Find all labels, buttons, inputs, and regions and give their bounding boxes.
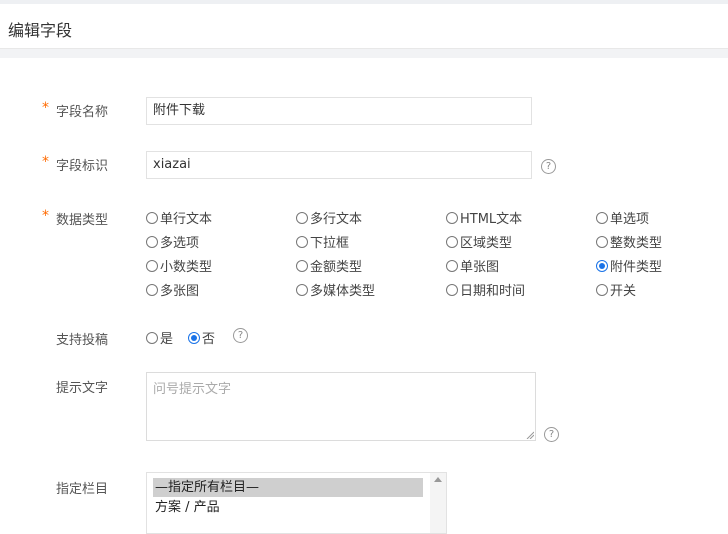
data-type-option[interactable]: HTML文本 bbox=[446, 208, 522, 227]
data-type-option[interactable]: 小数类型 bbox=[146, 256, 212, 275]
radio-button[interactable] bbox=[296, 235, 308, 248]
data-type-option[interactable]: 多行文本 bbox=[296, 208, 362, 227]
resize-grip-icon[interactable] bbox=[526, 431, 534, 439]
data-type-option[interactable]: 多选项 bbox=[146, 232, 199, 251]
hint-text-label: 提示文字 bbox=[56, 381, 109, 396]
field-key-input[interactable]: xiazai bbox=[146, 151, 532, 179]
data-type-option-selected[interactable]: 附件类型 bbox=[596, 256, 662, 275]
listbox-option-selected[interactable]: —指定所有栏目— bbox=[153, 478, 423, 497]
radio-button[interactable] bbox=[296, 283, 308, 296]
listbox-scrollbar[interactable] bbox=[430, 473, 446, 533]
columns-listbox[interactable]: —指定所有栏目— 方案 / 产品 bbox=[146, 472, 447, 534]
data-type-option[interactable]: 单张图 bbox=[446, 256, 499, 275]
hint-text-placeholder: 问号提示文字 bbox=[153, 382, 232, 397]
scroll-up-arrow-icon[interactable] bbox=[434, 477, 442, 482]
hint-text-textarea[interactable]: 问号提示文字 bbox=[146, 372, 536, 441]
field-name-input[interactable]: 附件下载 bbox=[146, 97, 532, 125]
data-type-option[interactable]: 单选项 bbox=[596, 208, 649, 227]
columns-label: 指定栏目 bbox=[56, 482, 109, 497]
data-type-option[interactable]: 单行文本 bbox=[146, 208, 212, 227]
radio-button[interactable] bbox=[146, 259, 158, 272]
radio-button[interactable] bbox=[596, 211, 608, 224]
radio-button[interactable] bbox=[296, 259, 308, 272]
radio-button[interactable] bbox=[146, 211, 158, 224]
field-name-label: 字段名称 bbox=[56, 105, 109, 120]
radio-button[interactable] bbox=[146, 235, 158, 248]
required-marker: * bbox=[42, 100, 49, 116]
help-circle-icon[interactable]: ? bbox=[544, 427, 559, 442]
data-type-option[interactable]: 区域类型 bbox=[446, 232, 512, 251]
help-circle-icon[interactable]: ? bbox=[233, 328, 248, 343]
radio-button[interactable] bbox=[296, 211, 308, 224]
data-type-label: 数据类型 bbox=[56, 213, 109, 228]
radio-button[interactable] bbox=[446, 283, 458, 296]
allow-submit-yes[interactable]: 是 bbox=[146, 328, 173, 347]
page-header: 编辑字段 bbox=[0, 4, 728, 49]
radio-button[interactable] bbox=[446, 259, 458, 272]
data-type-option[interactable]: 下拉框 bbox=[296, 232, 349, 251]
radio-button[interactable] bbox=[146, 283, 158, 296]
help-circle-icon[interactable]: ? bbox=[541, 159, 556, 174]
radio-button-checked[interactable] bbox=[596, 259, 608, 272]
data-type-option[interactable]: 开关 bbox=[596, 280, 636, 299]
radio-button[interactable] bbox=[446, 211, 458, 224]
radio-button-checked[interactable] bbox=[188, 331, 200, 344]
radio-button[interactable] bbox=[446, 235, 458, 248]
field-key-label: 字段标识 bbox=[56, 159, 109, 174]
page-title: 编辑字段 bbox=[8, 21, 73, 40]
data-type-option[interactable]: 整数类型 bbox=[596, 232, 662, 251]
radio-button[interactable] bbox=[596, 283, 608, 296]
required-marker: * bbox=[42, 208, 49, 224]
data-type-option[interactable]: 多张图 bbox=[146, 280, 199, 299]
radio-button[interactable] bbox=[596, 235, 608, 248]
section-separator bbox=[0, 49, 728, 58]
radio-button[interactable] bbox=[146, 331, 158, 344]
data-type-option[interactable]: 金额类型 bbox=[296, 256, 362, 275]
allow-submit-no[interactable]: 否 bbox=[188, 328, 215, 347]
data-type-option[interactable]: 多媒体类型 bbox=[296, 280, 375, 299]
allow-submit-label: 支持投稿 bbox=[56, 333, 109, 348]
data-type-option[interactable]: 日期和时间 bbox=[446, 280, 525, 299]
required-marker: * bbox=[42, 154, 49, 170]
listbox-option[interactable]: 方案 / 产品 bbox=[153, 498, 423, 517]
